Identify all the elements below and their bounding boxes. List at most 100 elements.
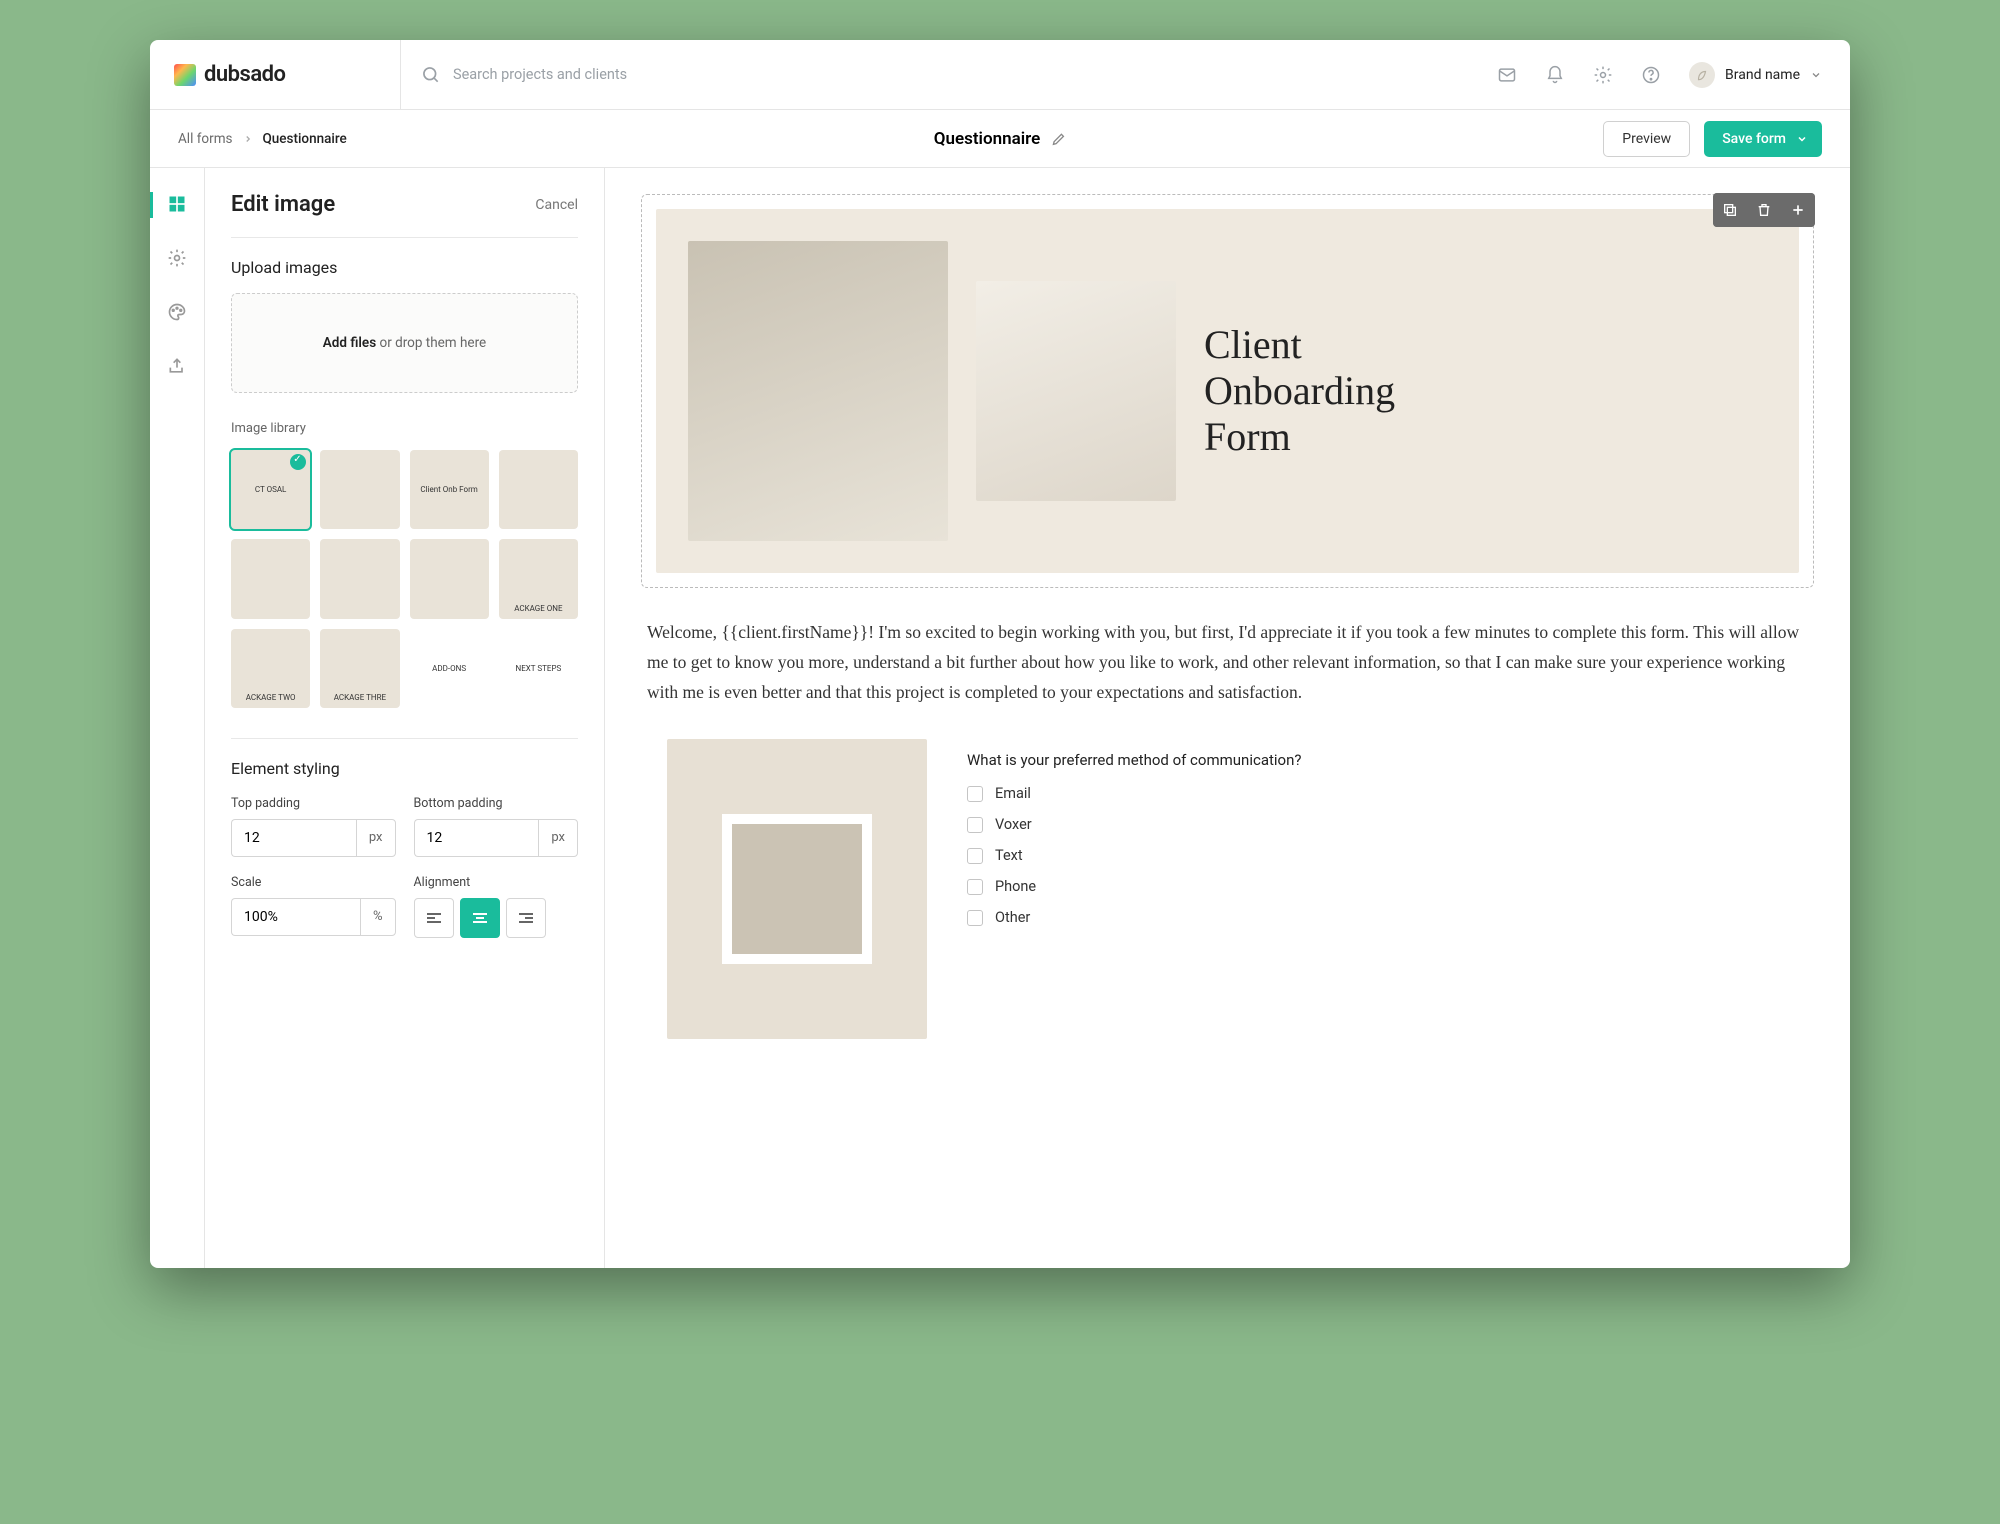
question-block: What is your preferred method of communi… [641, 725, 1814, 1053]
copy-icon [1722, 202, 1738, 218]
library-thumb[interactable]: ADD-ONS [410, 629, 489, 708]
leaf-icon [1695, 68, 1709, 82]
delete-button[interactable] [1747, 193, 1781, 227]
library-thumb[interactable] [499, 450, 578, 529]
unit-label: px [356, 819, 396, 857]
checkbox-row[interactable]: Phone [967, 878, 1788, 895]
chevron-right-icon [243, 134, 253, 144]
logo[interactable]: dubsado [150, 62, 400, 87]
align-center-button[interactable] [460, 898, 500, 938]
library-thumb[interactable] [320, 450, 399, 529]
hero-title: Client Onboarding Form [1204, 322, 1395, 460]
library-thumb[interactable] [231, 539, 310, 618]
library-thumb[interactable]: CT OSAL [231, 450, 310, 529]
bottom-padding-label: Bottom padding [414, 796, 579, 811]
styling-heading: Element styling [231, 738, 578, 778]
checkbox-row[interactable]: Text [967, 847, 1788, 864]
question-form: What is your preferred method of communi… [967, 739, 1788, 940]
brand-name-label: Brand name [1725, 67, 1800, 83]
scale-input[interactable] [231, 898, 360, 936]
checkbox-row[interactable]: Other [967, 909, 1788, 926]
breadcrumb-current: Questionnaire [263, 131, 347, 147]
question-image[interactable] [667, 739, 927, 1039]
hero-image-left [688, 241, 948, 541]
selected-block[interactable]: Client Onboarding Form [641, 194, 1814, 588]
checkbox-row[interactable]: Voxer [967, 816, 1788, 833]
question-prompt: What is your preferred method of communi… [967, 751, 1788, 769]
bottom-padding-input[interactable] [414, 819, 539, 857]
checkbox[interactable] [967, 817, 983, 833]
subbar-actions: Preview Save form [1603, 121, 1822, 157]
save-form-button[interactable]: Save form [1704, 121, 1822, 157]
align-left-button[interactable] [414, 898, 454, 938]
alignment-label: Alignment [414, 875, 579, 890]
page-title: Questionnaire [934, 129, 1041, 149]
trash-icon [1756, 202, 1772, 218]
page-title-wrap: Questionnaire [934, 129, 1067, 149]
grid-icon[interactable] [167, 194, 187, 214]
canvas: Client Onboarding Form Welcome, {{client… [605, 168, 1850, 1268]
hero-image-middle [976, 281, 1176, 501]
cancel-button[interactable]: Cancel [535, 197, 578, 213]
hero-image: Client Onboarding Form [656, 209, 1799, 573]
pencil-icon[interactable] [1050, 131, 1066, 147]
palette-icon[interactable] [167, 302, 187, 322]
body: Edit image Cancel Upload images Add file… [150, 168, 1850, 1268]
side-panel: Edit image Cancel Upload images Add file… [205, 168, 605, 1268]
library-thumb[interactable] [410, 539, 489, 618]
logo-icon [174, 64, 196, 86]
gear-icon[interactable] [167, 248, 187, 268]
file-uploader[interactable]: Add files or drop them here [231, 293, 578, 393]
checkbox[interactable] [967, 786, 983, 802]
top-padding-input[interactable] [231, 819, 356, 857]
top-padding-label: Top padding [231, 796, 396, 811]
scale-label: Scale [231, 875, 396, 890]
unit-label: % [360, 898, 396, 936]
breadcrumb-root[interactable]: All forms [178, 131, 233, 147]
header-icons [1469, 65, 1689, 85]
image-library: CT OSAL Client Onb Form ACKAGE ONE ACKAG… [231, 450, 578, 708]
chevron-down-icon [1810, 69, 1822, 81]
library-thumb[interactable] [320, 539, 399, 618]
brand-switcher[interactable]: Brand name [1689, 62, 1850, 88]
avatar [1689, 62, 1715, 88]
library-thumb[interactable]: ACKAGE ONE [499, 539, 578, 618]
unit-label: px [538, 819, 578, 857]
search-input[interactable] [453, 66, 753, 83]
upload-heading: Upload images [231, 258, 578, 277]
mail-icon[interactable] [1497, 65, 1517, 85]
intro-text[interactable]: Welcome, {{client.firstName}}! I'm so ex… [641, 588, 1814, 725]
logo-text: dubsado [204, 62, 286, 87]
search [400, 40, 1469, 109]
bell-icon[interactable] [1545, 65, 1565, 85]
checkbox[interactable] [967, 848, 983, 864]
breadcrumb: All forms Questionnaire [178, 131, 1603, 147]
tool-rail [150, 168, 205, 1268]
share-icon[interactable] [167, 356, 187, 376]
gear-icon[interactable] [1593, 65, 1613, 85]
help-icon[interactable] [1641, 65, 1661, 85]
app-window: dubsado Brand name All forms Questionnai… [150, 40, 1850, 1268]
header-bar: dubsado Brand name [150, 40, 1850, 110]
add-button[interactable] [1781, 193, 1815, 227]
sub-bar: All forms Questionnaire Questionnaire Pr… [150, 110, 1850, 168]
preview-button[interactable]: Preview [1603, 121, 1690, 157]
block-toolbar [1713, 193, 1815, 227]
alignment-group [414, 898, 579, 938]
panel-title: Edit image [231, 192, 335, 217]
library-thumb[interactable]: ACKAGE THRE [320, 629, 399, 708]
check-icon [290, 454, 306, 470]
align-right-button[interactable] [506, 898, 546, 938]
library-heading: Image library [231, 421, 578, 436]
checkbox[interactable] [967, 879, 983, 895]
duplicate-button[interactable] [1713, 193, 1747, 227]
search-icon [421, 65, 441, 85]
library-thumb[interactable]: NEXT STEPS [499, 629, 578, 708]
checkbox-row[interactable]: Email [967, 785, 1788, 802]
save-button-label: Save form [1722, 131, 1786, 147]
library-thumb[interactable]: Client Onb Form [410, 450, 489, 529]
checkbox[interactable] [967, 910, 983, 926]
chevron-down-icon [1796, 133, 1808, 145]
plus-icon [1790, 202, 1806, 218]
library-thumb[interactable]: ACKAGE TWO [231, 629, 310, 708]
